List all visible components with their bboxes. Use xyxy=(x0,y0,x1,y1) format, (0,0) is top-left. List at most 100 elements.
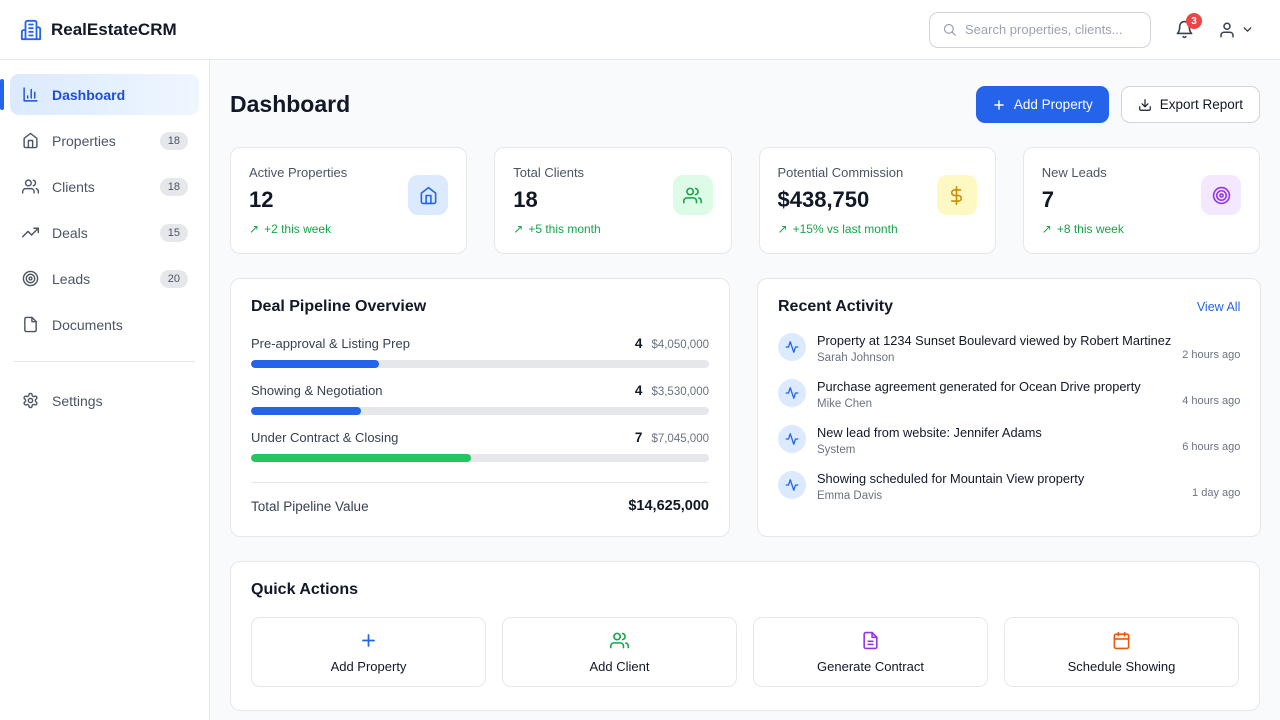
search-input[interactable] xyxy=(965,22,1138,37)
home-icon xyxy=(408,175,448,215)
sidebar-item-properties[interactable]: Properties 18 xyxy=(10,120,199,161)
quick-actions-title: Quick Actions xyxy=(251,581,1239,599)
export-report-button[interactable]: Export Report xyxy=(1121,86,1260,123)
calendar-icon xyxy=(1112,631,1131,650)
stage-value: $7,045,000 xyxy=(651,433,709,445)
sidebar-item-label: Leads xyxy=(52,271,90,287)
activity-pulse-icon xyxy=(778,471,806,499)
sidebar-item-badge: 20 xyxy=(160,270,188,288)
stage-count: 4 xyxy=(635,336,643,351)
dollar-icon xyxy=(937,175,977,215)
export-report-label: Export Report xyxy=(1160,97,1243,112)
notification-count-badge: 3 xyxy=(1186,13,1202,29)
users-icon xyxy=(21,178,39,195)
quick-action-schedule-showing[interactable]: Schedule Showing xyxy=(1004,617,1239,687)
target-icon xyxy=(1201,175,1241,215)
recent-activity-card: Recent Activity View All Property at 123… xyxy=(757,278,1261,537)
pipeline-stage: Showing & Negotiation 4 $3,530,000 xyxy=(251,383,709,415)
deal-pipeline-card: Deal Pipeline Overview Pre-approval & Li… xyxy=(230,278,730,537)
gear-icon xyxy=(21,392,39,409)
activity-item: New lead from website: Jennifer Adams Sy… xyxy=(778,425,1240,456)
search-icon xyxy=(942,22,957,37)
sidebar-item-label: Dashboard xyxy=(52,87,125,103)
pipeline-stage: Pre-approval & Listing Prep 4 $4,050,000 xyxy=(251,336,709,368)
stat-label: Active Properties xyxy=(249,165,347,180)
quick-action-add-client[interactable]: Add Client xyxy=(502,617,737,687)
user-menu[interactable] xyxy=(1218,21,1254,39)
quick-action-label: Generate Contract xyxy=(817,659,924,674)
sidebar-item-deals[interactable]: Deals 15 xyxy=(10,212,199,253)
notifications-button[interactable]: 3 xyxy=(1175,20,1194,39)
chevron-down-icon xyxy=(1241,23,1254,36)
stage-label: Showing & Negotiation xyxy=(251,383,383,398)
quick-actions-card: Quick Actions Add Property Add Client xyxy=(230,561,1260,711)
activity-text: Purchase agreement generated for Ocean D… xyxy=(817,379,1171,394)
activity-pulse-icon xyxy=(778,425,806,453)
users-icon xyxy=(673,175,713,215)
stage-count: 7 xyxy=(635,430,643,445)
quick-action-add-property[interactable]: Add Property xyxy=(251,617,486,687)
pipeline-total-row: Total Pipeline Value $14,625,000 xyxy=(251,482,709,514)
activity-pulse-icon xyxy=(778,333,806,361)
activity-pulse-icon xyxy=(778,379,806,407)
stage-count: 4 xyxy=(635,383,643,398)
stat-value: 18 xyxy=(513,187,600,213)
activity-item: Purchase agreement generated for Ocean D… xyxy=(778,379,1240,410)
main-content: Dashboard Add Property Export Report xyxy=(210,60,1280,720)
quick-action-label: Add Property xyxy=(331,659,407,674)
stat-cards-row: Active Properties 12 ↗+2 this week Total… xyxy=(230,147,1260,254)
total-label: Total Pipeline Value xyxy=(251,499,369,514)
home-icon xyxy=(21,132,39,149)
stat-delta-text: +5 this month xyxy=(528,222,600,236)
stat-delta-text: +15% vs last month xyxy=(793,222,898,236)
quick-action-label: Schedule Showing xyxy=(1068,659,1176,674)
pipeline-stage: Under Contract & Closing 7 $7,045,000 xyxy=(251,430,709,462)
progress-track xyxy=(251,407,709,415)
view-all-link[interactable]: View All xyxy=(1197,300,1241,314)
pipeline-title: Deal Pipeline Overview xyxy=(251,298,709,316)
stat-value: 7 xyxy=(1042,187,1124,213)
activity-title: Recent Activity xyxy=(778,298,893,316)
file-icon xyxy=(861,631,880,650)
stat-label: Potential Commission xyxy=(778,165,904,180)
global-search[interactable] xyxy=(929,12,1151,48)
progress-track xyxy=(251,454,709,462)
trend-up-icon: ↗ xyxy=(249,222,259,236)
app-logo: RealEstateCRM xyxy=(20,19,177,41)
sidebar-item-label: Settings xyxy=(52,393,103,409)
trend-up-icon: ↗ xyxy=(513,222,523,236)
trend-up-icon: ↗ xyxy=(1042,222,1052,236)
sidebar-item-badge: 18 xyxy=(160,132,188,150)
stat-label: New Leads xyxy=(1042,165,1124,180)
sidebar-item-documents[interactable]: Documents xyxy=(10,304,199,345)
activity-item: Showing scheduled for Mountain View prop… xyxy=(778,471,1240,502)
sidebar-item-leads[interactable]: Leads 20 xyxy=(10,258,199,299)
stage-label: Pre-approval & Listing Prep xyxy=(251,336,410,351)
activity-item: Property at 1234 Sunset Boulevard viewed… xyxy=(778,333,1240,364)
add-property-button[interactable]: Add Property xyxy=(976,86,1109,123)
stat-delta-text: +8 this week xyxy=(1057,222,1124,236)
sidebar-item-label: Clients xyxy=(52,179,95,195)
activity-text: New lead from website: Jennifer Adams xyxy=(817,425,1171,440)
topbar: RealEstateCRM 3 xyxy=(0,0,1280,60)
sidebar-item-badge: 15 xyxy=(160,224,188,242)
sidebar-item-label: Properties xyxy=(52,133,116,149)
quick-action-generate-contract[interactable]: Generate Contract xyxy=(753,617,988,687)
add-property-label: Add Property xyxy=(1014,97,1093,112)
progress-fill xyxy=(251,407,361,415)
users-icon xyxy=(610,631,629,650)
sidebar-divider xyxy=(14,361,195,362)
activity-time: 1 day ago xyxy=(1192,487,1240,502)
total-value: $14,625,000 xyxy=(628,498,709,514)
stage-label: Under Contract & Closing xyxy=(251,430,398,445)
stage-value: $4,050,000 xyxy=(651,339,709,351)
sidebar-item-clients[interactable]: Clients 18 xyxy=(10,166,199,207)
sidebar: Dashboard Properties 18 Clients 18 Deals… xyxy=(0,60,210,720)
activity-text: Showing scheduled for Mountain View prop… xyxy=(817,471,1181,486)
sidebar-item-dashboard[interactable]: Dashboard xyxy=(10,74,199,115)
plus-icon xyxy=(992,98,1006,112)
stat-card-new-leads: New Leads 7 ↗ +8 this week xyxy=(1023,147,1260,254)
sidebar-item-settings[interactable]: Settings xyxy=(10,380,199,421)
user-icon xyxy=(1218,21,1236,39)
progress-fill xyxy=(251,360,379,368)
